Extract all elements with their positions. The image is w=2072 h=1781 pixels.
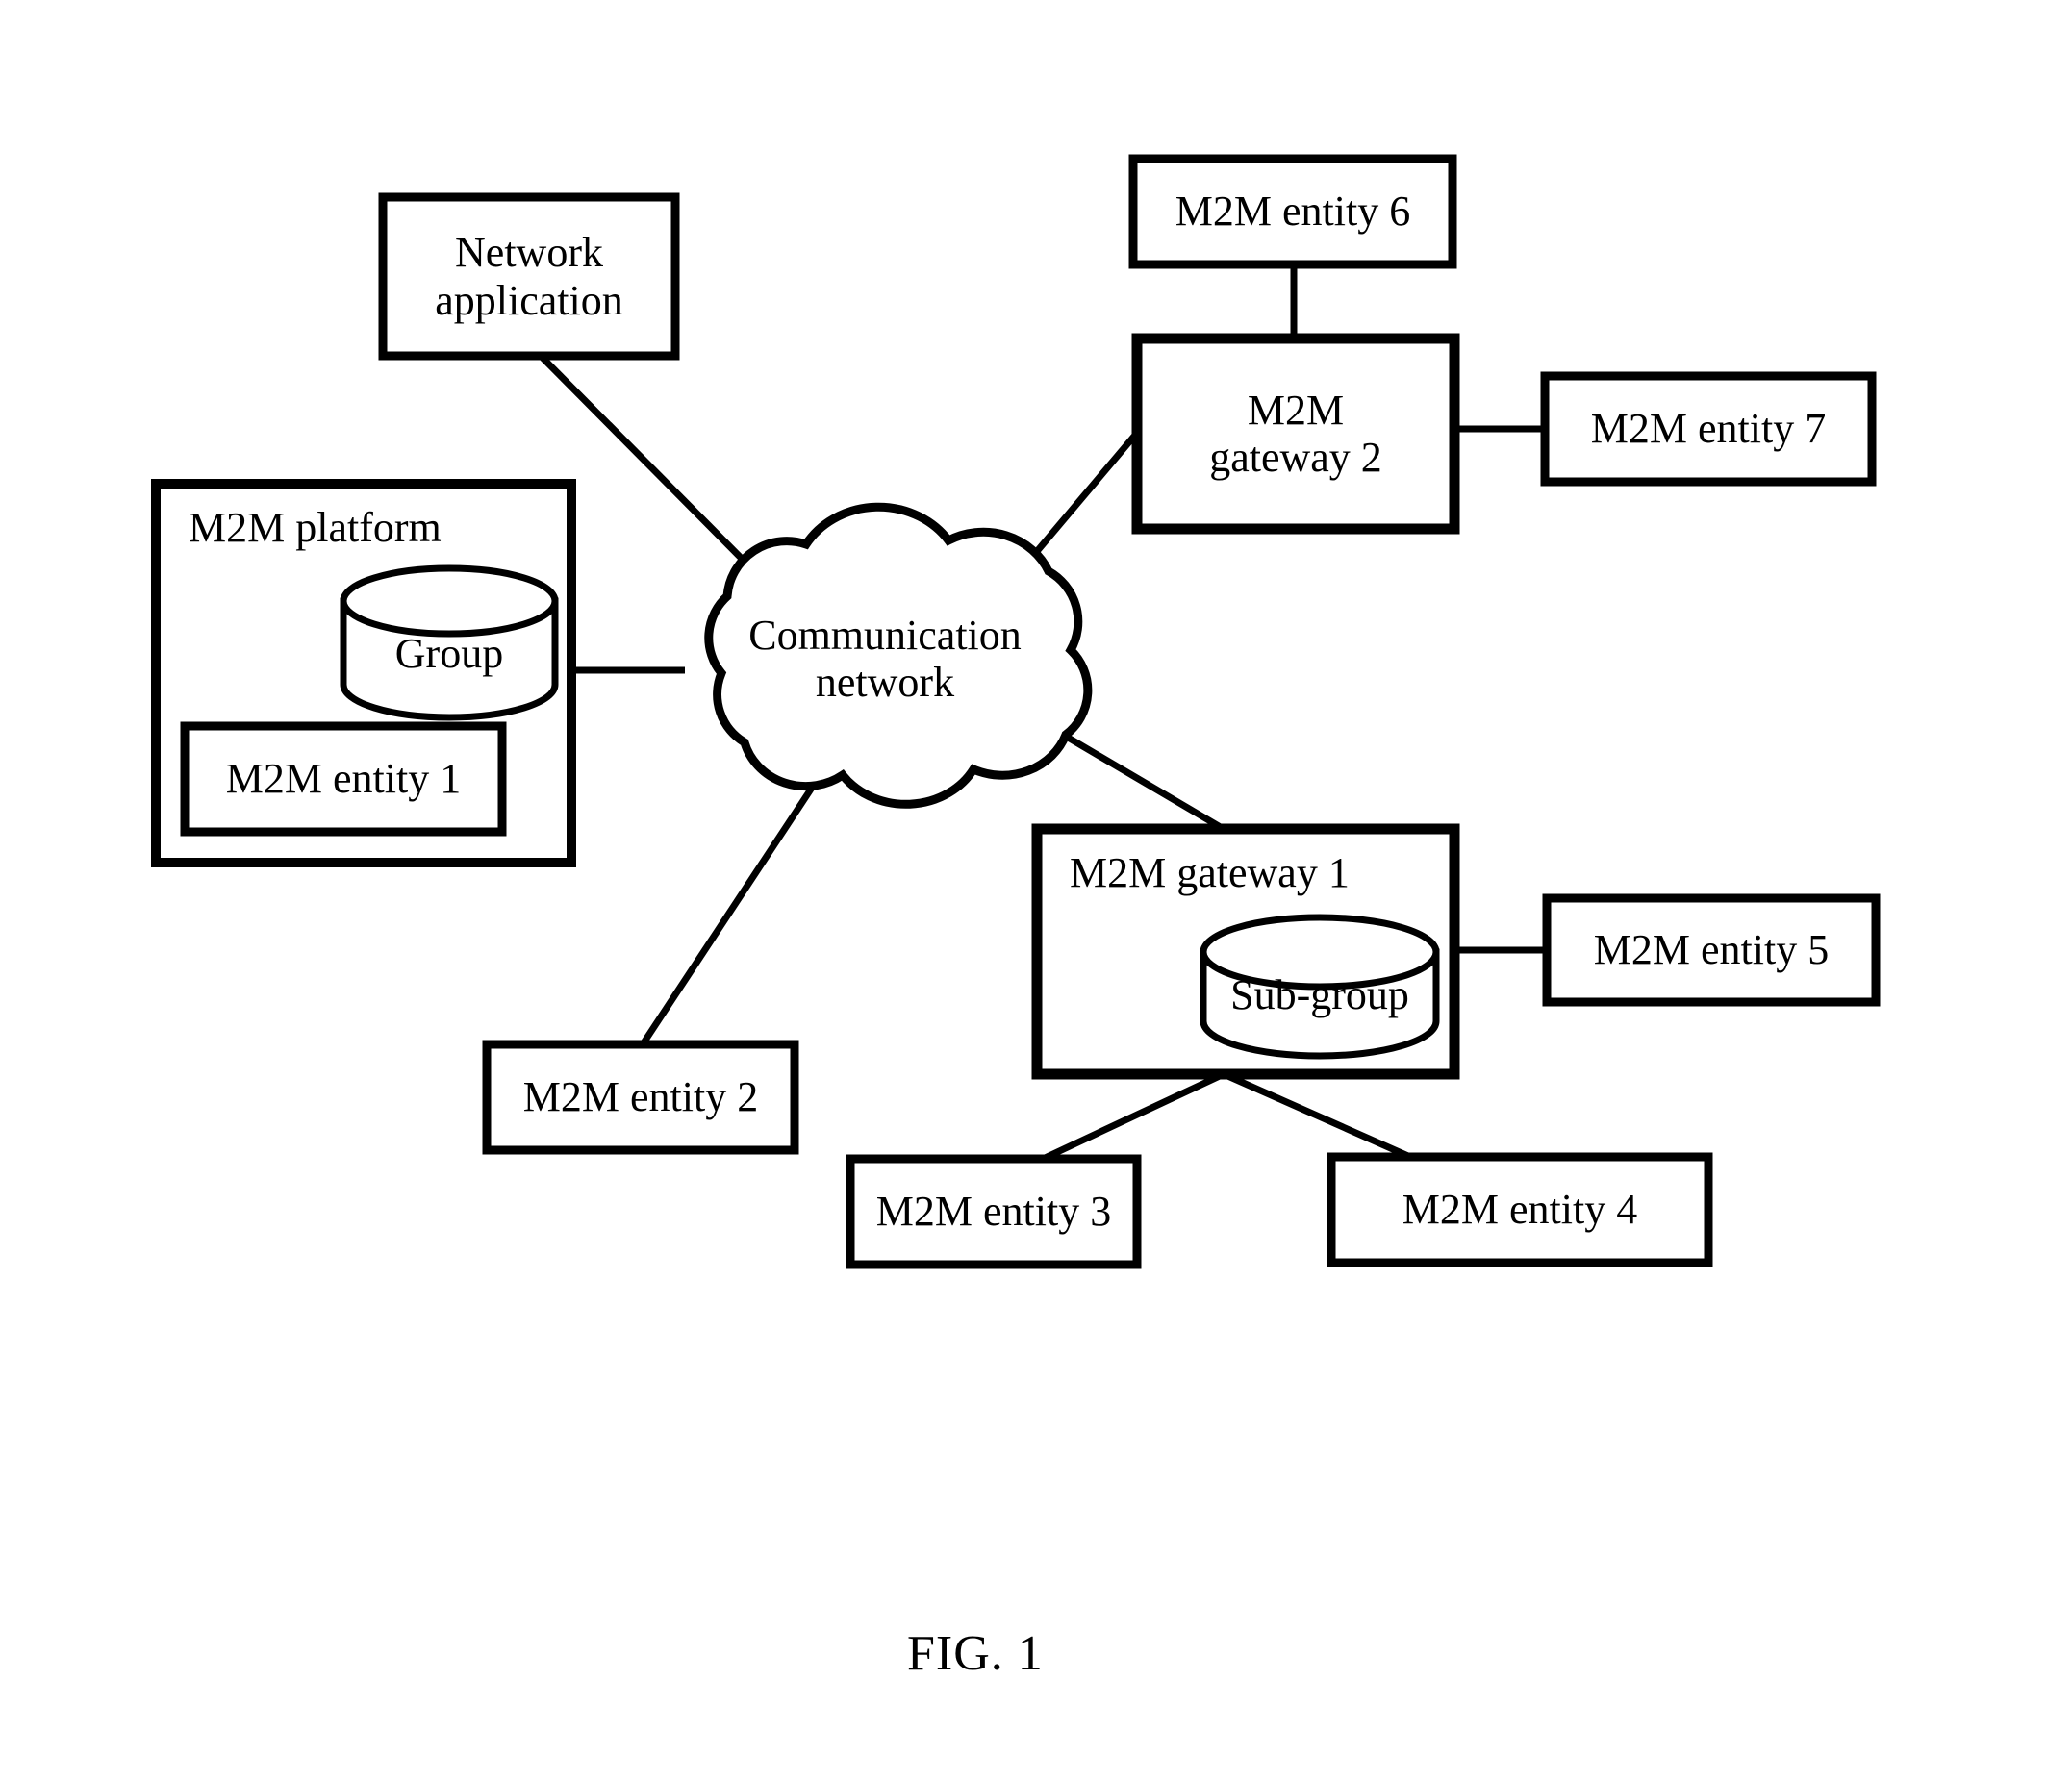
edge-cloud-to-entity-2 <box>640 777 821 1046</box>
edge-cloud-to-gateway-1 <box>1051 725 1226 833</box>
m2m-platform-label: M2M platform <box>189 504 442 551</box>
sub-group-cylinder[interactable] <box>1200 914 1440 1060</box>
m2m-entity-5-box[interactable] <box>1542 893 1881 1007</box>
network-application-box[interactable] <box>378 192 680 361</box>
m2m-entity-1-box[interactable] <box>180 721 507 837</box>
m2m-entity-7-box[interactable] <box>1540 371 1877 487</box>
m2m-entity-2-box[interactable] <box>482 1040 799 1155</box>
m2m-entity-3-box[interactable] <box>846 1154 1142 1269</box>
m2m-gateway-2-box[interactable] <box>1131 333 1460 535</box>
communication-network-cloud[interactable] <box>704 502 1093 809</box>
group-cylinder[interactable] <box>340 564 559 721</box>
edge-gateway-1-to-entity-4 <box>1222 1070 1412 1161</box>
diagram-canvas <box>151 154 1881 1269</box>
m2m-entity-6-box[interactable] <box>1128 154 1457 269</box>
patent-figure-1: Network application M2M platform Group M… <box>0 0 2072 1781</box>
m2m-gateway-1-label: M2M gateway 1 <box>1070 849 1350 896</box>
edge-gateway-1-to-entity-3 <box>1039 1070 1226 1164</box>
m2m-entity-4-box[interactable] <box>1327 1152 1713 1267</box>
figure-caption: FIG. 1 <box>907 1626 1044 1681</box>
